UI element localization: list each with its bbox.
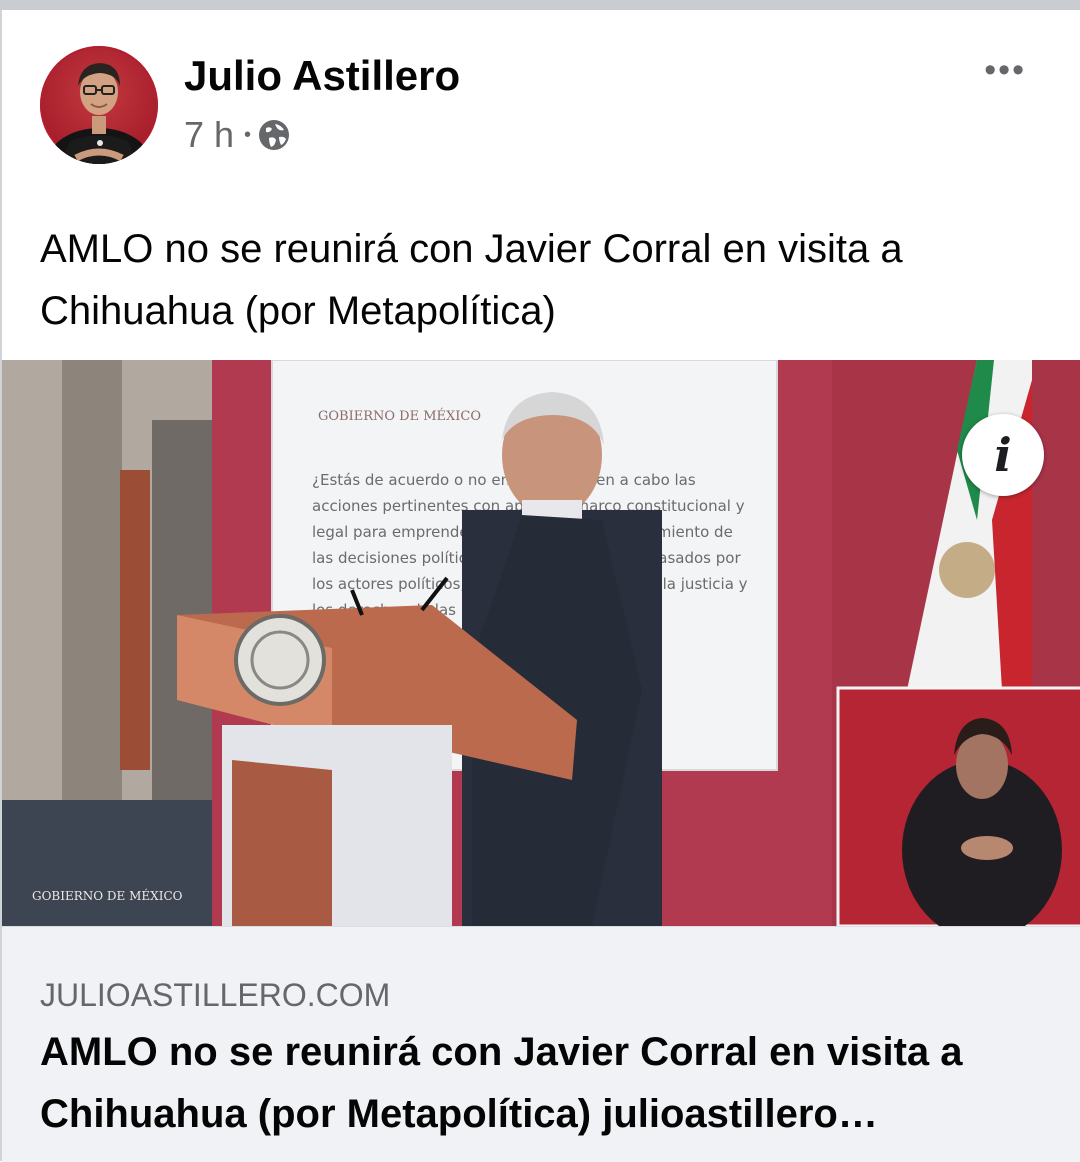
post-time[interactable]: 7 h [184,114,234,156]
top-divider [0,0,1080,10]
link-domain: JULIOASTILLERO.COM [40,977,391,1013]
slide-header: GOBIERNO DE MÉXICO [318,408,481,424]
press-conference-photo: GOBIERNO DE MÉXICO ¿Estás de acuerdo o n… [2,360,1080,926]
author-name[interactable]: Julio Astillero [184,52,460,100]
broadcast-watermark: GOBIERNO DE MÉXICO [32,888,183,903]
post-card: Julio Astillero 7 h • ••• AMLO no se reu… [0,10,1080,1162]
link-preview[interactable]: JULIOASTILLERO.COM AMLO no se reunirá co… [2,926,1080,1162]
avatar[interactable] [40,46,158,164]
globe-icon[interactable] [257,118,291,152]
meta-separator: • [244,123,252,146]
link-preview-image[interactable]: GOBIERNO DE MÉXICO ¿Estás de acuerdo o n… [2,360,1080,926]
link-title[interactable]: AMLO no se reunirá con Javier Corral en … [40,1021,1050,1145]
avatar-photo [47,63,151,164]
info-button[interactable]: i [962,414,1044,496]
post-meta: 7 h • [184,114,291,156]
post-text: AMLO no se reunirá con Javier Corral en … [40,227,903,333]
more-options-button[interactable]: ••• [984,53,1026,87]
